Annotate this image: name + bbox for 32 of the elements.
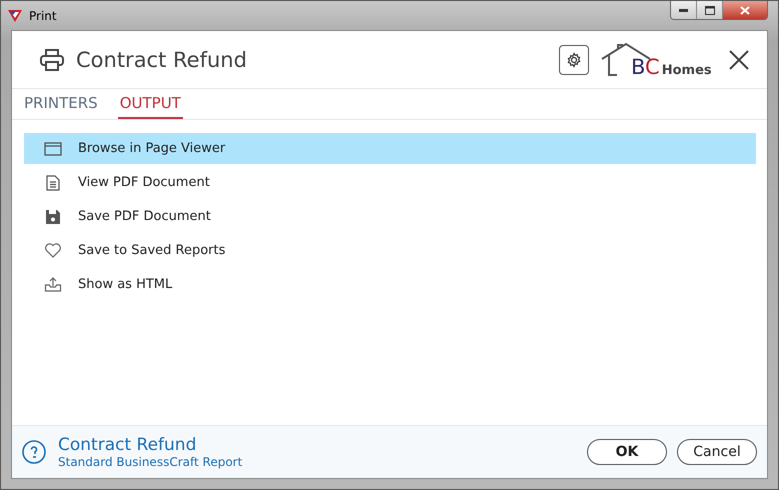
tab[interactable]: PRINTERS: [22, 94, 100, 119]
output-option[interactable]: Browse in Page Viewer: [24, 133, 756, 164]
document-icon: [44, 174, 62, 190]
app-icon: [7, 8, 23, 22]
window-title: Print: [29, 8, 57, 22]
report-name: Contract Refund: [58, 435, 198, 455]
output-option[interactable]: Save to Saved Reports: [24, 235, 756, 266]
report-title: Contract Refund: [76, 48, 247, 72]
window-icon: [44, 142, 62, 156]
logo-text: BC: [631, 56, 660, 78]
save-icon: [44, 208, 62, 224]
help-icon: [22, 440, 46, 464]
settings-icon: [566, 52, 582, 68]
heart-icon: [44, 243, 62, 258]
close-icon: [740, 6, 750, 14]
minimize-icon: [679, 8, 688, 12]
close-button[interactable]: [723, 1, 767, 19]
cancel-button[interactable]: Cancel: [677, 439, 757, 465]
maximize-button[interactable]: [697, 1, 723, 19]
output-option[interactable]: View PDF Document: [24, 167, 756, 198]
settings-button[interactable]: [559, 44, 589, 74]
logo-text: Homes: [662, 62, 712, 78]
output-option[interactable]: Save PDF Document: [24, 201, 756, 232]
output-option[interactable]: Show as HTML: [24, 269, 756, 300]
printer-icon: [40, 48, 64, 70]
upload-icon: [44, 277, 62, 292]
ok-button[interactable]: OK: [587, 439, 667, 465]
close-icon[interactable]: [729, 50, 749, 70]
minimize-button[interactable]: [671, 1, 697, 19]
maximize-icon: [704, 6, 714, 14]
tab[interactable]: OUTPUT: [118, 94, 183, 119]
report-type: Standard BusinessCraft Report: [58, 455, 242, 469]
